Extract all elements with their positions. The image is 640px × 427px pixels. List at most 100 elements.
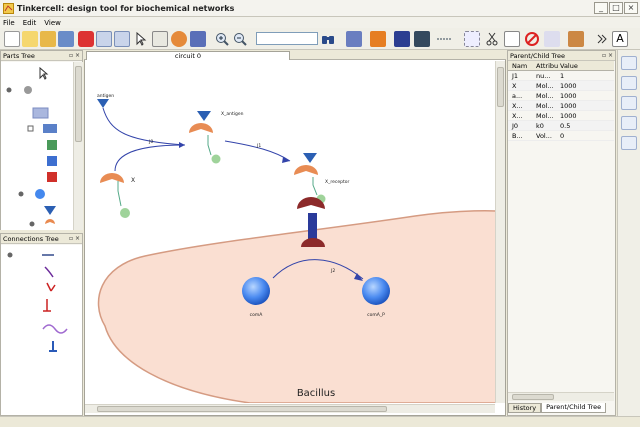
- close-button[interactable]: ×: [624, 2, 638, 14]
- modifier-connection-icon[interactable]: [44, 266, 54, 278]
- paint-icon[interactable]: [346, 31, 362, 47]
- table-row[interactable]: X... Mol... 1000: [508, 101, 614, 111]
- save-icon[interactable]: [58, 31, 74, 47]
- new-file-icon[interactable]: [4, 31, 20, 47]
- rename-icon[interactable]: [544, 31, 560, 47]
- table-row[interactable]: a... Mol... 1000: [508, 91, 614, 101]
- copy-window-icon[interactable]: [96, 31, 112, 47]
- plot-toolbar: [617, 50, 640, 416]
- stop-icon[interactable]: [78, 31, 94, 47]
- x-antigen-triangle: [197, 111, 211, 121]
- promoter-part-icon[interactable]: [43, 124, 57, 133]
- table-row[interactable]: J1 nu... 1: [508, 71, 614, 81]
- dock-buttons[interactable]: ▫ ×: [602, 51, 613, 61]
- select-icon[interactable]: [464, 31, 480, 47]
- bacillus-cell[interactable]: [97, 209, 496, 403]
- screenshot-icon[interactable]: [152, 31, 168, 47]
- search-input[interactable]: [256, 32, 318, 45]
- molecule-part-icon[interactable]: [35, 189, 45, 199]
- delete-icon[interactable]: [524, 31, 540, 47]
- gene-part-icon[interactable]: [47, 140, 57, 150]
- antigen-node[interactable]: [97, 99, 109, 108]
- module-icon[interactable]: [171, 31, 187, 47]
- zoom-out-icon[interactable]: [232, 31, 248, 47]
- title-bar: Tinkercell: design tool for biochemical …: [0, 0, 640, 17]
- tab-circuit-0[interactable]: circuit 0: [86, 51, 290, 60]
- x-receptor-node[interactable]: [294, 165, 318, 175]
- canvas-horizontal-scrollbar[interactable]: [85, 404, 495, 413]
- table-header-row: Nam Attribu Value: [508, 61, 614, 71]
- plot-icon[interactable]: [621, 56, 637, 70]
- table-row[interactable]: J0 k0 0.5: [508, 121, 614, 131]
- cut-icon[interactable]: [484, 31, 500, 47]
- tab-parent-child-tree[interactable]: Parent/Child Tree: [541, 403, 607, 413]
- parts-tree-scrollbar[interactable]: [73, 62, 83, 230]
- sphere-part-icon[interactable]: [24, 86, 32, 94]
- canvas-vertical-scrollbar[interactable]: [495, 61, 505, 403]
- layout-icon[interactable]: [568, 31, 584, 47]
- protein-part-icon[interactable]: [45, 219, 55, 224]
- column-name-header[interactable]: Nam: [508, 62, 536, 70]
- parent-child-header: Parent/Child Tree ▫ ×: [508, 51, 615, 61]
- coma-p-node[interactable]: [362, 277, 390, 305]
- table-row[interactable]: X Mol... 1000: [508, 81, 614, 91]
- table-row[interactable]: X... Mol... 1000: [508, 111, 614, 121]
- text-tool-icon[interactable]: A: [612, 31, 628, 47]
- column-attribute-header[interactable]: Attribu: [536, 62, 560, 70]
- bar-plot-icon[interactable]: [621, 116, 637, 130]
- menu-view[interactable]: View: [44, 19, 61, 27]
- parent-child-horizontal-scrollbar[interactable]: [508, 392, 614, 401]
- line-plot-icon[interactable]: [621, 76, 637, 90]
- window-icon[interactable]: [114, 31, 130, 47]
- multi-plot-icon[interactable]: [621, 96, 637, 110]
- network-canvas[interactable]: Bacillus antigen J0 X X_antigen J1 X_rec…: [85, 61, 496, 403]
- toolbar: A: [0, 28, 640, 50]
- open-folder-icon[interactable]: [22, 31, 38, 47]
- more-icon[interactable]: [594, 31, 610, 47]
- activation-connection-icon[interactable]: [46, 282, 56, 292]
- coma-node[interactable]: [242, 277, 270, 305]
- expand-icon[interactable]: [7, 252, 13, 258]
- reaction-j0-branch[interactable]: [114, 144, 186, 172]
- image-icon[interactable]: [190, 31, 206, 47]
- copy-icon[interactable]: [504, 31, 520, 47]
- send-back-icon[interactable]: [414, 31, 430, 47]
- open-file-icon[interactable]: [40, 31, 56, 47]
- expand-icon[interactable]: [27, 125, 34, 132]
- pointer-icon[interactable]: [39, 66, 49, 80]
- status-bar: [0, 416, 640, 427]
- pointer-icon[interactable]: [132, 31, 148, 47]
- line-style-icon[interactable]: [436, 31, 452, 47]
- column-value-header[interactable]: Value: [560, 62, 600, 70]
- binding-connection-icon[interactable]: [42, 324, 68, 334]
- expand-icon[interactable]: [6, 87, 12, 93]
- connections-tree-title: Connections Tree: [3, 235, 59, 243]
- bring-front-icon[interactable]: [394, 31, 410, 47]
- zoom-in-icon[interactable]: [214, 31, 230, 47]
- x-protein-node[interactable]: [100, 173, 124, 183]
- parts-tree-panel: Parts Tree ▫ ×: [0, 50, 83, 230]
- rbs-part-icon[interactable]: [47, 172, 57, 182]
- repression-connection-icon[interactable]: [43, 299, 51, 312]
- scatter-plot-icon[interactable]: [621, 136, 637, 150]
- transcription-connection-icon[interactable]: [49, 341, 57, 352]
- table-row[interactable]: B... Vol... 0: [508, 131, 614, 141]
- menu-file[interactable]: File: [3, 19, 15, 27]
- reaction-j0[interactable]: [102, 107, 186, 146]
- tab-history[interactable]: History: [508, 403, 542, 413]
- maximize-button[interactable]: □: [609, 2, 623, 14]
- x-receptor-label: X_receptor: [325, 179, 349, 185]
- expand-icon[interactable]: [29, 221, 35, 227]
- menu-edit[interactable]: Edit: [23, 19, 37, 27]
- x-antigen-domain: [211, 154, 221, 164]
- pencil-icon[interactable]: [370, 31, 386, 47]
- dock-buttons[interactable]: ▫ ×: [69, 234, 80, 244]
- x-antigen-node[interactable]: [189, 123, 213, 133]
- terminator-part-icon[interactable]: [47, 156, 57, 166]
- receptor-part-icon[interactable]: [44, 206, 56, 215]
- minimize-button[interactable]: _: [594, 2, 608, 14]
- binoculars-icon[interactable]: [320, 31, 336, 47]
- dock-buttons[interactable]: ▫ ×: [69, 51, 80, 61]
- rectangle-part-icon[interactable]: [32, 107, 49, 119]
- expand-icon[interactable]: [18, 191, 24, 197]
